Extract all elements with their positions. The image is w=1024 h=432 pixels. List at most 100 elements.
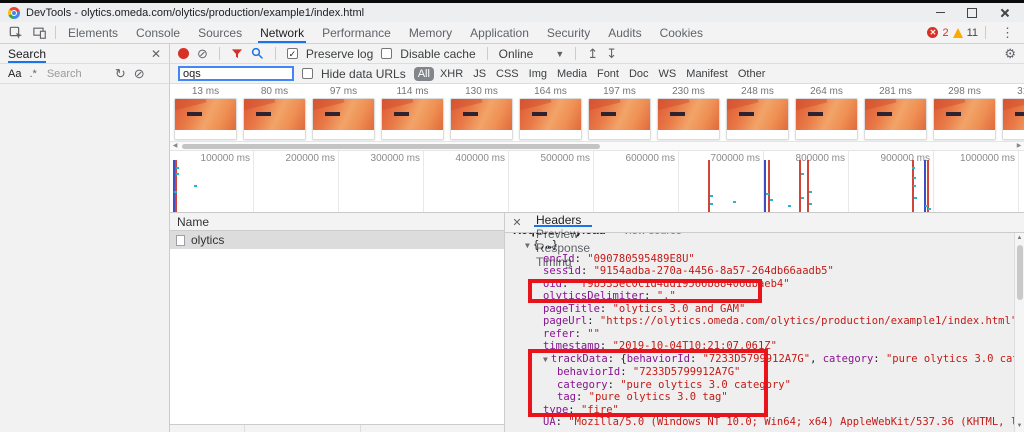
view-source-link[interactable]: view source [624, 233, 682, 237]
device-toolbar-button[interactable] [28, 22, 52, 43]
json-value: "fire" [581, 404, 619, 416]
search-pane-header: Search ✕ [0, 44, 170, 64]
refresh-icon[interactable]: ↻ [115, 67, 126, 80]
expand-arrow-icon[interactable]: ▼ [525, 241, 530, 250]
thumbnail-image [382, 99, 443, 130]
tab-application[interactable]: Application [461, 22, 538, 43]
filmstrip-frame[interactable]: 97 ms [312, 86, 375, 141]
tab-network[interactable]: Network [251, 22, 313, 43]
throttling-select[interactable]: Online [499, 47, 534, 61]
filter-pill-css[interactable]: CSS [492, 67, 523, 81]
filmstrip-frame[interactable]: 130 ms [450, 86, 513, 141]
maximize-button[interactable] [956, 4, 988, 22]
timeline-dot [914, 197, 917, 199]
json-line: UA: "Mozilla/5.0 (Windows NT 10.0; Win64… [505, 416, 1014, 429]
more-options-menu[interactable]: ⋮ [993, 25, 1022, 41]
timeline-dot [925, 205, 928, 207]
scroll-down-icon[interactable]: ▼ [1015, 422, 1024, 431]
tab-performance[interactable]: Performance [313, 22, 400, 43]
json-line: encId: "090780595489E8U" [505, 253, 1014, 266]
clear-search-icon[interactable]: ⊘ [134, 67, 145, 80]
filter-pill-media[interactable]: Media [553, 67, 591, 81]
details-tab-headers[interactable]: Headers [527, 213, 599, 227]
filmstrip-frame[interactable]: 281 ms [864, 86, 927, 141]
tab-memory[interactable]: Memory [400, 22, 461, 43]
export-har-icon[interactable]: ↧ [606, 47, 617, 60]
warning-count[interactable]: 11 [967, 27, 978, 39]
thumbnail-image [589, 99, 650, 130]
filter-pill-xhr[interactable]: XHR [436, 67, 467, 81]
details-tab-bar: ✕ HeadersPreviewResponseTiming [505, 213, 1024, 233]
filter-pill-font[interactable]: Font [593, 67, 623, 81]
filmstrip-frame[interactable]: 264 ms [795, 86, 858, 141]
timeline-tick-label: 500000 ms [541, 153, 590, 164]
record-button[interactable] [178, 48, 189, 59]
match-case-button[interactable]: Aa [8, 68, 21, 80]
hide-data-urls-checkbox[interactable] [302, 68, 313, 79]
close-button[interactable] [988, 4, 1020, 22]
search-icon[interactable] [251, 47, 264, 60]
frame-timestamp: 315 ms [1002, 86, 1024, 98]
tab-security[interactable]: Security [538, 22, 599, 43]
tab-audits[interactable]: Audits [599, 22, 650, 43]
filter-pill-ws[interactable]: WS [655, 67, 681, 81]
scrollbar-thumb[interactable] [1017, 245, 1023, 300]
filmstrip-scrollbar[interactable]: ◀ ▶ [170, 141, 1024, 151]
regex-button[interactable]: .* [29, 68, 36, 80]
tab-console[interactable]: Console [127, 22, 189, 43]
error-count[interactable]: 2 [942, 27, 948, 39]
json-line: ▼trackData: {behaviorId: "7233D5799912A7… [505, 353, 1014, 367]
request-row-olytics[interactable]: olytics [170, 231, 504, 249]
filmstrip-frame[interactable]: 164 ms [519, 86, 582, 141]
filmstrip-frame[interactable]: 80 ms [243, 86, 306, 141]
details-close-icon[interactable]: ✕ [507, 213, 527, 232]
disable-cache-checkbox[interactable] [381, 48, 392, 59]
search-pane-tab[interactable]: Search [8, 44, 46, 63]
frame-timestamp: 97 ms [312, 86, 375, 98]
scroll-up-icon[interactable]: ▲ [1015, 234, 1024, 243]
filmstrip-frame[interactable]: 114 ms [381, 86, 444, 141]
scroll-right-icon[interactable]: ▶ [1014, 142, 1024, 150]
timeline-dot [928, 208, 931, 210]
expand-arrow-icon[interactable]: ▼ [543, 355, 548, 364]
tab-cookies[interactable]: Cookies [651, 22, 712, 43]
search-input[interactable] [45, 67, 107, 81]
filter-icon[interactable] [231, 48, 243, 60]
preserve-log-checkbox[interactable] [287, 48, 298, 59]
tab-elements[interactable]: Elements [59, 22, 127, 43]
network-filter-input[interactable] [178, 66, 294, 81]
filter-pill-other[interactable]: Other [734, 67, 770, 81]
tab-sources[interactable]: Sources [189, 22, 251, 43]
main-area: 13 ms80 ms97 ms114 ms130 ms164 ms197 ms2… [0, 84, 1024, 432]
json-line: ▼{,…} [505, 239, 1014, 253]
hide-data-urls-label[interactable]: Hide data URLs [321, 67, 406, 81]
filter-pill-js[interactable]: JS [469, 67, 490, 81]
gear-icon[interactable]: ⚙ [1004, 46, 1016, 62]
inspect-element-button[interactable] [4, 22, 28, 43]
minimize-button[interactable] [924, 4, 956, 22]
scroll-left-icon[interactable]: ◀ [170, 142, 180, 150]
clear-icon[interactable]: ⊘ [197, 47, 208, 60]
timeline-request-mark [764, 160, 766, 212]
filmstrip-frame[interactable]: 13 ms [174, 86, 237, 141]
search-pane-close-icon[interactable]: ✕ [151, 47, 161, 61]
filter-pill-all[interactable]: All [414, 67, 434, 81]
timeline-overview[interactable]: 100000 ms200000 ms300000 ms400000 ms5000… [170, 151, 1024, 213]
filmstrip-frame[interactable]: 298 ms [933, 86, 996, 141]
filmstrip-frame[interactable]: 315 ms [1002, 86, 1024, 141]
filter-pill-doc[interactable]: Doc [625, 67, 653, 81]
name-column-header[interactable]: Name [170, 213, 504, 231]
filmstrip-frame[interactable]: 248 ms [726, 86, 789, 141]
network-filter-bar: Hide data URLs AllXHRJSCSSImgMediaFontDo… [170, 64, 1024, 84]
details-scrollbar[interactable]: ▲ ▼ [1014, 233, 1024, 432]
filter-pill-img[interactable]: Img [525, 67, 551, 81]
json-line: oid: "f9b533ec0c1d4dd19566b88406dbaeb4" [505, 278, 1014, 291]
preserve-log-label[interactable]: Preserve log [306, 47, 373, 61]
filmstrip-frame[interactable]: 230 ms [657, 86, 720, 141]
import-har-icon[interactable]: ↥ [587, 47, 598, 60]
disable-cache-label[interactable]: Disable cache [400, 47, 475, 61]
frame-timestamp: 281 ms [864, 86, 927, 98]
filter-pill-manifest[interactable]: Manifest [682, 67, 732, 81]
scrollbar-thumb[interactable] [182, 144, 600, 149]
filmstrip-frame[interactable]: 197 ms [588, 86, 651, 141]
